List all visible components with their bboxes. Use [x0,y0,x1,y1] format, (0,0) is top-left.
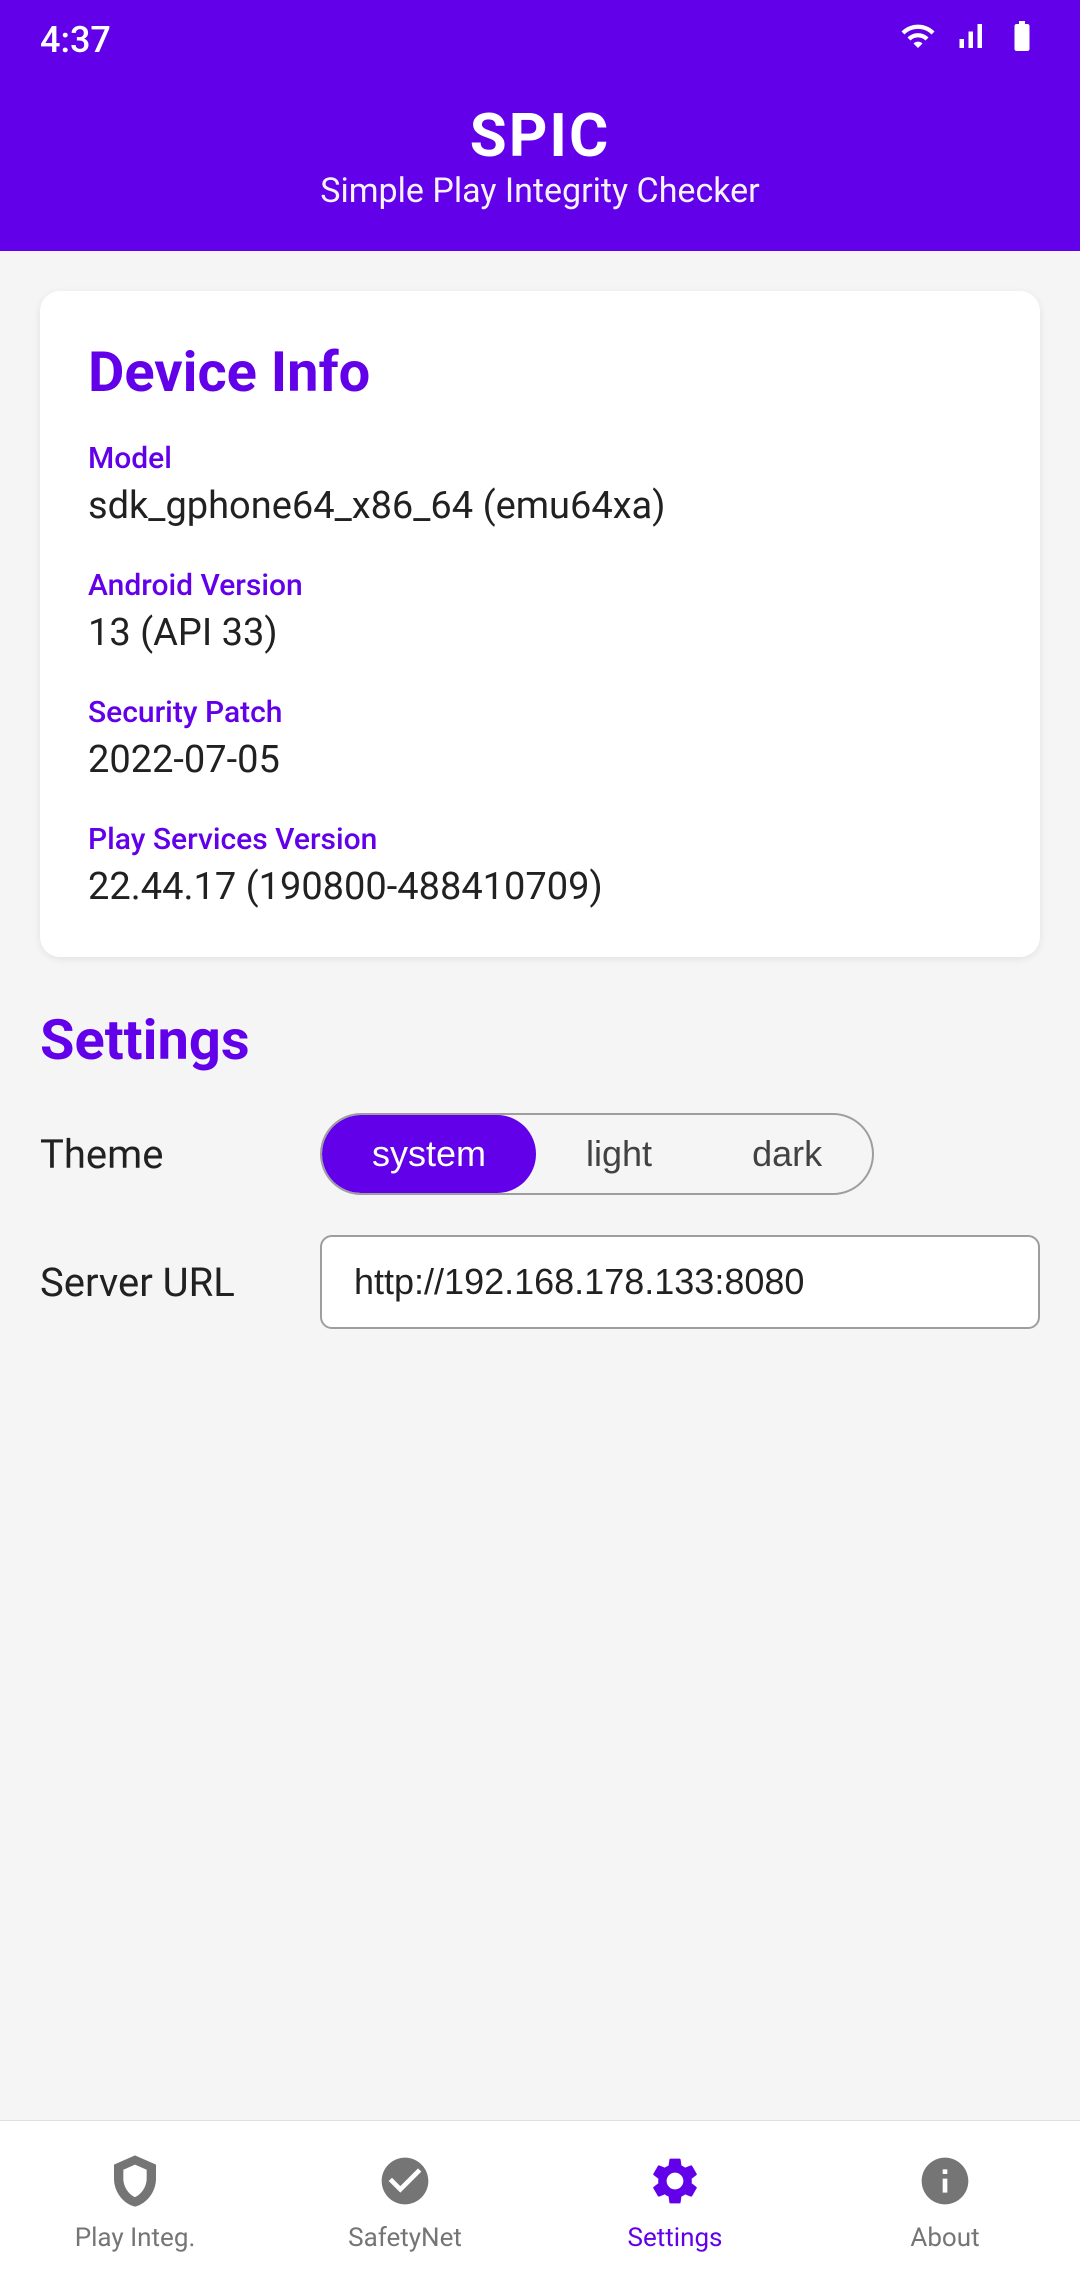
settings-section: Settings Theme system light dark Server … [40,1007,1040,1329]
signal-icon [952,18,988,62]
security-patch-label: Security Patch [88,695,992,730]
app-header: SPIC Simple Play Integrity Checker [0,80,1080,251]
security-patch-field: Security Patch 2022-07-05 [88,695,992,782]
nav-safety-net[interactable]: SafetyNet [270,2149,540,2253]
settings-title: Settings [40,1007,1040,1073]
server-url-input[interactable] [320,1235,1040,1329]
safety-net-label: SafetyNet [348,2223,462,2253]
bottom-navigation: Play Integ. SafetyNet Settings About [0,2120,1080,2280]
battery-icon [1004,18,1040,62]
nav-play-integ[interactable]: Play Integ. [0,2149,270,2253]
about-label: About [910,2223,979,2253]
android-version-value: 13 (API 33) [88,611,992,655]
model-value: sdk_gphone64_x86_64 (emu64xa) [88,484,992,528]
play-integ-label: Play Integ. [75,2223,196,2253]
settings-nav-icon [643,2149,707,2213]
android-version-label: Android Version [88,568,992,603]
server-url-label: Server URL [40,1259,320,1306]
app-title: SPIC [40,100,1040,171]
security-patch-value: 2022-07-05 [88,738,992,782]
safety-net-icon [373,2149,437,2213]
android-version-field: Android Version 13 (API 33) [88,568,992,655]
play-integ-icon [103,2149,167,2213]
server-url-row: Server URL [40,1235,1040,1329]
about-icon [913,2149,977,2213]
settings-nav-label: Settings [628,2223,723,2253]
main-content: Device Info Model sdk_gphone64_x86_64 (e… [0,251,1080,2151]
theme-toggle: system light dark [320,1113,874,1195]
model-label: Model [88,441,992,476]
device-info-title: Device Info [88,339,992,405]
app-subtitle: Simple Play Integrity Checker [40,171,1040,211]
theme-light-button[interactable]: light [536,1115,702,1193]
nav-settings[interactable]: Settings [540,2149,810,2253]
status-icons [900,18,1040,62]
play-services-value: 22.44.17 (190800-488410709) [88,865,992,909]
model-field: Model sdk_gphone64_x86_64 (emu64xa) [88,441,992,528]
play-services-label: Play Services Version [88,822,992,857]
status-bar: 4:37 [0,0,1080,80]
play-services-field: Play Services Version 22.44.17 (190800-4… [88,822,992,909]
wifi-icon [900,18,936,62]
theme-system-button[interactable]: system [322,1115,536,1193]
nav-about[interactable]: About [810,2149,1080,2253]
theme-label: Theme [40,1131,320,1178]
theme-row: Theme system light dark [40,1113,1040,1195]
device-info-card: Device Info Model sdk_gphone64_x86_64 (e… [40,291,1040,957]
status-time: 4:37 [40,19,111,61]
theme-dark-button[interactable]: dark [702,1115,872,1193]
